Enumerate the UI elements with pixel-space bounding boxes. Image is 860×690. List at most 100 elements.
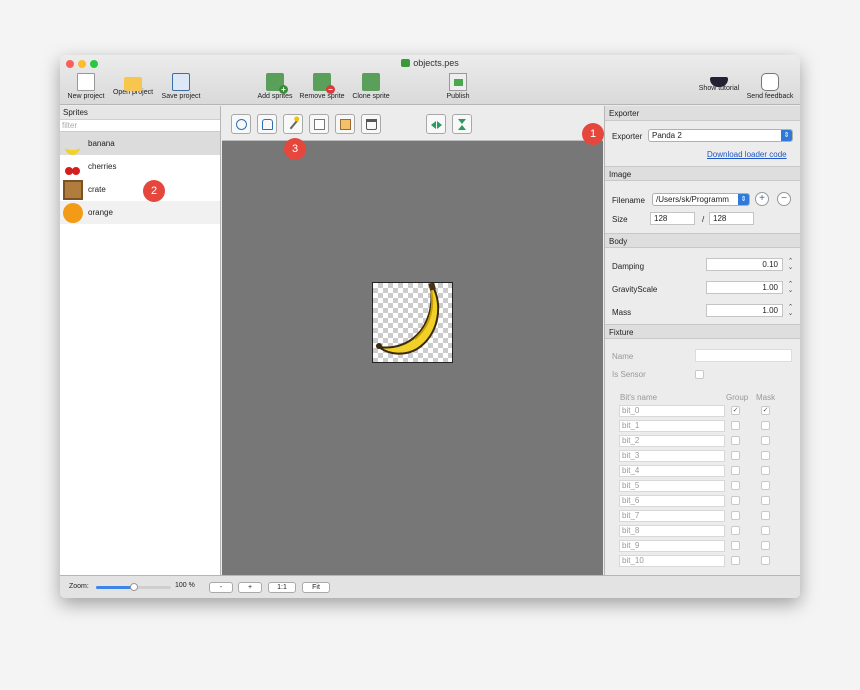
magic-wand-tool-button[interactable]: [283, 114, 303, 134]
delete-tool-button[interactable]: [361, 114, 381, 134]
bit-name-field[interactable]: bit_5: [619, 480, 725, 492]
damping-field[interactable]: 0.10: [706, 258, 783, 271]
download-loader-link[interactable]: Download loader code: [707, 150, 787, 159]
paste-icon: [340, 119, 351, 130]
fixture-name-field[interactable]: [695, 349, 792, 362]
filename-label: Filename: [612, 196, 645, 205]
bit-group-checkbox[interactable]: [731, 526, 740, 535]
trash-icon: [366, 119, 377, 130]
bit-mask-checkbox[interactable]: [761, 556, 770, 565]
sprites-panel-title: Sprites: [60, 106, 220, 120]
bit-group-checkbox[interactable]: [731, 436, 740, 445]
send-feedback-button[interactable]: Send feedback: [744, 73, 796, 100]
mask-header: Mask: [756, 393, 776, 402]
sprite-item-orange[interactable]: orange: [60, 201, 220, 224]
exporter-section-header: Exporter: [605, 106, 800, 121]
bit-name-field[interactable]: bit_6: [619, 495, 725, 507]
damping-stepper[interactable]: ⌃ ⌄: [787, 258, 794, 271]
width-field[interactable]: 128: [650, 212, 695, 225]
sprite-item-cherries[interactable]: cherries: [60, 155, 220, 178]
gravity-scale-stepper[interactable]: ⌃ ⌄: [787, 281, 794, 294]
bit-mask-checkbox[interactable]: [761, 421, 770, 430]
properties-panel: Exporter Exporter Panda 2 ⇕ Download load…: [604, 106, 800, 575]
gravity-scale-field[interactable]: 1.00: [706, 281, 783, 294]
zoom-actual-size-button[interactable]: 1:1: [268, 582, 296, 593]
bit-row: bit_9: [619, 540, 799, 554]
bit-mask-checkbox[interactable]: [761, 496, 770, 505]
sprite-canvas[interactable]: [372, 282, 453, 363]
editor-area: [222, 106, 603, 575]
exporter-select[interactable]: Panda 2 ⇕: [648, 129, 793, 142]
bit-name-field[interactable]: bit_9: [619, 540, 725, 552]
show-tutorial-button[interactable]: Show tutorial: [696, 73, 742, 92]
zoom-in-button[interactable]: +: [238, 582, 262, 593]
polygon-icon: [262, 119, 273, 130]
mass-field[interactable]: 1.00: [706, 304, 783, 317]
publish-button[interactable]: Publish: [442, 73, 474, 100]
bit-group-checkbox[interactable]: [731, 481, 740, 490]
select-arrows-icon: ⇕: [781, 130, 792, 141]
add-image-button[interactable]: +: [755, 192, 769, 206]
open-project-button[interactable]: Open project: [110, 73, 156, 96]
filename-select[interactable]: /Users/sk/Programm ⇕: [652, 193, 750, 206]
bit-group-checkbox[interactable]: [731, 511, 740, 520]
bit-name-field[interactable]: bit_7: [619, 510, 725, 522]
size-separator: /: [702, 215, 705, 224]
sprite-filter-input[interactable]: filter: [60, 120, 220, 132]
bit-name-field[interactable]: bit_2: [619, 435, 725, 447]
zoom-slider-knob[interactable]: [129, 583, 138, 591]
zoom-slider-fill: [96, 586, 134, 589]
bit-name-field[interactable]: bit_10: [619, 555, 725, 567]
polygon-tool-button[interactable]: [257, 114, 277, 134]
banana-icon: [63, 134, 83, 155]
damping-label: Damping: [612, 262, 645, 271]
bit-name-field[interactable]: bit_1: [619, 420, 725, 432]
bit-group-checkbox[interactable]: ✓: [731, 406, 740, 415]
is-sensor-checkbox[interactable]: [695, 370, 704, 379]
bit-group-checkbox[interactable]: [731, 466, 740, 475]
copy-tool-button[interactable]: [309, 114, 329, 134]
group-header: Group: [726, 393, 749, 402]
bit-group-checkbox[interactable]: [731, 541, 740, 550]
remove-image-icon: −: [313, 73, 335, 94]
bit-mask-checkbox[interactable]: [761, 541, 770, 550]
bit-group-checkbox[interactable]: [731, 451, 740, 460]
size-label: Size: [612, 215, 628, 224]
bit-mask-checkbox[interactable]: [761, 436, 770, 445]
remove-sprite-button[interactable]: − Remove sprite: [298, 73, 346, 100]
publish-icon: [449, 73, 467, 91]
bit-mask-checkbox[interactable]: [761, 526, 770, 535]
new-project-button[interactable]: New project: [66, 73, 106, 100]
bit-mask-checkbox[interactable]: [761, 451, 770, 460]
bit-name-field[interactable]: bit_0: [619, 405, 725, 417]
clone-sprite-button[interactable]: Clone sprite: [350, 73, 392, 100]
bit-mask-checkbox[interactable]: [761, 466, 770, 475]
bit-row: bit_1: [619, 420, 799, 434]
zoom-fit-button[interactable]: Fit: [302, 582, 330, 593]
bit-group-checkbox[interactable]: [731, 496, 740, 505]
zoom-slider[interactable]: [96, 583, 171, 591]
sprite-item-banana[interactable]: banana: [60, 132, 220, 155]
bit-mask-checkbox[interactable]: ✓: [761, 406, 770, 415]
bit-group-checkbox[interactable]: [731, 421, 740, 430]
magic-wand-icon: [289, 119, 299, 130]
save-project-button[interactable]: Save project: [159, 73, 203, 100]
circle-tool-button[interactable]: [231, 114, 251, 134]
bit-name-field[interactable]: bit_4: [619, 465, 725, 477]
mass-stepper[interactable]: ⌃ ⌄: [787, 304, 794, 317]
height-field[interactable]: 128: [709, 212, 754, 225]
sprite-item-crate[interactable]: crate: [60, 178, 220, 201]
bit-mask-checkbox[interactable]: [761, 481, 770, 490]
bit-group-checkbox[interactable]: [731, 556, 740, 565]
bit-name-field[interactable]: bit_3: [619, 450, 725, 462]
flip-horizontal-button[interactable]: [426, 114, 446, 134]
bit-row: bit_4: [619, 465, 799, 479]
flip-vertical-button[interactable]: [452, 114, 472, 134]
paste-tool-button[interactable]: [335, 114, 355, 134]
fixture-name-label: Name: [612, 352, 634, 361]
add-sprites-button[interactable]: + Add sprites: [256, 73, 294, 100]
bit-name-field[interactable]: bit_8: [619, 525, 725, 537]
bit-mask-checkbox[interactable]: [761, 511, 770, 520]
remove-image-button[interactable]: −: [777, 192, 791, 206]
zoom-out-button[interactable]: -: [209, 582, 233, 593]
